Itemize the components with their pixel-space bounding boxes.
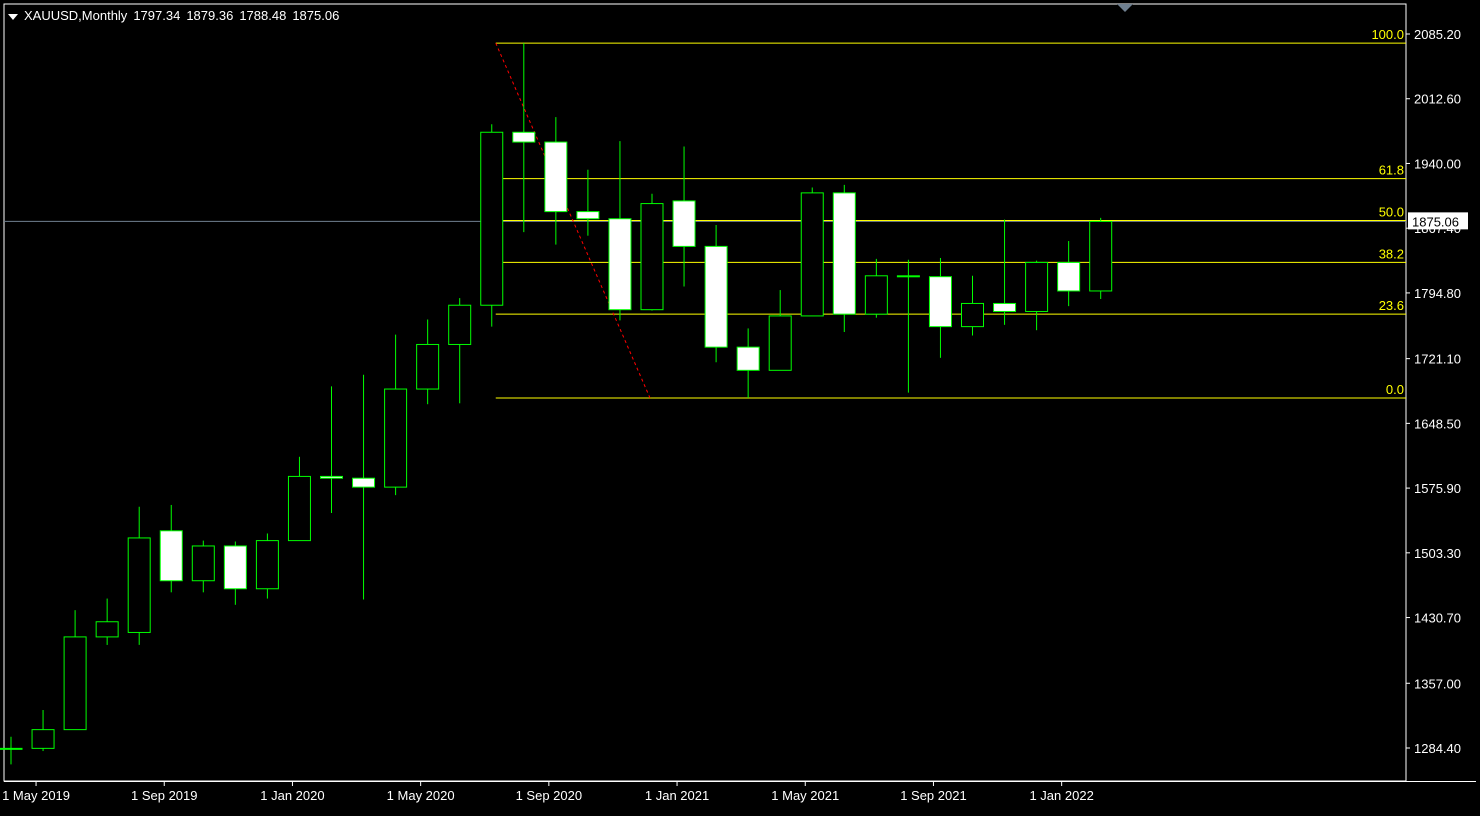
y-tick-label: 1794.80 [1414, 286, 1461, 301]
candle-body[interactable] [768, 315, 792, 371]
low-value: 1788.48 [239, 8, 287, 23]
y-tick-label: 2012.60 [1414, 92, 1461, 107]
candle-body[interactable] [800, 192, 824, 317]
open-value: 1797.34 [133, 8, 181, 23]
fib-level-label: 23.6 [1379, 298, 1404, 313]
y-tick-label: 2085.20 [1414, 27, 1461, 42]
x-tick-label: 1 May 2021 [771, 788, 839, 803]
candle-body[interactable] [255, 540, 279, 590]
x-tick-label: 1 May 2019 [2, 788, 70, 803]
fib-level-label: 61.8 [1379, 163, 1404, 178]
candle-body[interactable] [223, 545, 247, 590]
candle-body[interactable] [512, 131, 536, 143]
x-tick-label: 1 Jan 2022 [1029, 788, 1093, 803]
candle-body[interactable] [320, 475, 343, 479]
candle-body[interactable] [961, 302, 984, 328]
x-tick-label: 1 Sep 2019 [131, 788, 198, 803]
chart-window[interactable]: XAUUSD,Monthly 1797.34 1879.36 1788.48 1875.… [0, 0, 1480, 811]
candle-body[interactable] [31, 729, 55, 749]
candle-body[interactable] [384, 388, 408, 488]
candle-body[interactable] [287, 475, 311, 542]
y-tick-label: 1503.30 [1414, 546, 1461, 561]
x-tick-label: 1 May 2020 [387, 788, 455, 803]
y-tick-label: 1721.10 [1414, 352, 1461, 367]
candle-body[interactable] [928, 276, 952, 328]
candle-body[interactable] [416, 343, 440, 390]
fib-level-label: 0.0 [1386, 382, 1404, 397]
candle-body[interactable] [1057, 261, 1081, 292]
candle-body[interactable] [736, 346, 760, 371]
candle-body[interactable] [640, 203, 664, 311]
symbol-label: XAUUSD,Monthly [24, 8, 128, 23]
candle-body[interactable] [832, 192, 856, 315]
candle-body[interactable] [576, 211, 600, 220]
chart-menu-triangle-icon[interactable] [8, 13, 18, 20]
candle-body[interactable] [672, 200, 696, 247]
candle-body[interactable] [480, 131, 504, 306]
x-axis-line [4, 781, 1476, 782]
candle-body[interactable] [159, 530, 183, 582]
candle-body[interactable] [1089, 220, 1113, 292]
chart-header: XAUUSD,Monthly 1797.34 1879.36 1788.48 1875.… [8, 8, 345, 23]
x-tick-label: 1 Sep 2021 [900, 788, 967, 803]
fib-level-label: 100.0 [1371, 27, 1404, 42]
high-value: 1879.36 [186, 8, 234, 23]
candle-body[interactable] [0, 747, 23, 750]
candle-body[interactable] [993, 302, 1017, 312]
close-value: 1875.06 [292, 8, 340, 23]
y-tick-label: 1648.50 [1414, 416, 1461, 431]
y-tick-label: 1357.00 [1414, 676, 1461, 691]
candle-body[interactable] [544, 141, 568, 213]
y-tick-label: 1940.00 [1414, 156, 1461, 171]
candle-body[interactable] [896, 275, 920, 278]
candle-body[interactable] [1025, 261, 1049, 312]
candle-body[interactable] [191, 545, 215, 582]
candle-body[interactable] [63, 636, 87, 731]
candle-body[interactable] [95, 621, 119, 638]
candle-body[interactable] [704, 245, 728, 348]
candle-body[interactable] [127, 537, 151, 633]
candle-body[interactable] [864, 275, 888, 315]
y-tick-label: 1284.40 [1414, 741, 1461, 756]
plot-frame [3, 3, 1407, 782]
fib-level-label: 38.2 [1379, 246, 1404, 261]
candle-body[interactable] [608, 218, 632, 311]
x-tick-label: 1 Jan 2020 [260, 788, 324, 803]
price-chart[interactable]: 2085.202012.601940.001867.401794.801721.… [0, 0, 1480, 811]
x-tick-label: 1 Jan 2021 [645, 788, 709, 803]
fib-level-label: 50.0 [1379, 205, 1404, 220]
candle-body[interactable] [352, 477, 376, 488]
y-tick-label: 1575.90 [1414, 481, 1461, 496]
candle-body[interactable] [448, 304, 472, 345]
current-price-label: 1875.06 [1412, 214, 1459, 229]
y-tick-label: 1430.70 [1414, 611, 1461, 626]
scroll-marker-icon[interactable] [1117, 4, 1133, 12]
x-tick-label: 1 Sep 2020 [516, 788, 583, 803]
